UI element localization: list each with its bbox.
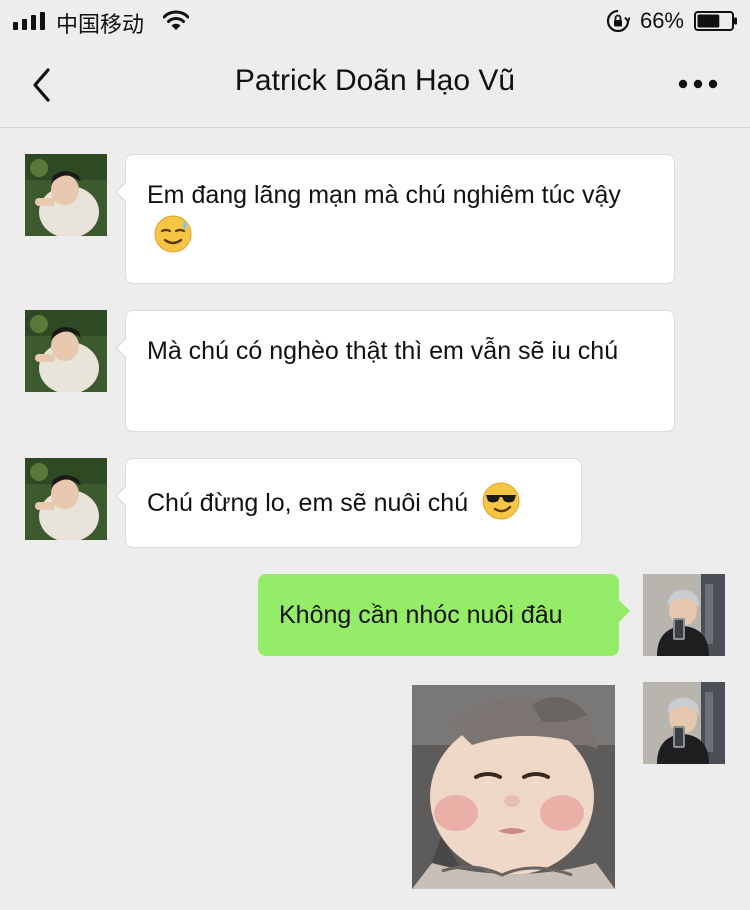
nav-bar: Patrick Doãn Hạo Vũ xyxy=(0,42,750,128)
message-text: Mà chú có nghèo thật thì em vẫn sẽ iu ch… xyxy=(147,337,619,365)
carrier-name: 中国移动 xyxy=(56,13,145,38)
message-bubble[interactable]: Mà chú có nghèo thật thì em vẫn sẽ iu ch… xyxy=(115,310,675,432)
contact-avatar[interactable] xyxy=(25,310,107,392)
chat-screen: 中国移动 66% Patrick Doãn Hạo Vũ Em đang lãn… xyxy=(0,0,750,910)
message-bubble[interactable]: Chú đừng lo, em sẽ nuôi chú xyxy=(115,458,582,548)
baby-face-sticker[interactable] xyxy=(412,685,615,889)
chat-title: Patrick Doãn Hạo Vũ xyxy=(234,64,516,97)
signal-icon xyxy=(13,12,45,30)
more-options-icon[interactable] xyxy=(678,78,718,90)
message-text: Em đang lãng mạn mà chú nghiêm túc vậy xyxy=(147,181,621,209)
rotation-lock-icon xyxy=(606,9,630,33)
contact-avatar[interactable] xyxy=(25,458,107,540)
status-bar: 中国移动 66% xyxy=(0,0,750,42)
status-right: 66% xyxy=(606,6,738,36)
self-avatar[interactable] xyxy=(643,574,725,656)
sweat-smile-face-icon xyxy=(154,215,192,253)
sunglasses-face-icon xyxy=(482,482,520,520)
battery-percent: 66% xyxy=(639,8,684,33)
self-avatar[interactable] xyxy=(643,682,725,764)
message-bubble[interactable]: Không cần nhóc nuôi đâu xyxy=(258,574,630,656)
message-text: Chú đừng lo, em sẽ nuôi chú xyxy=(147,489,469,517)
wifi-icon xyxy=(163,10,189,30)
back-chevron-icon[interactable] xyxy=(28,66,58,104)
contact-avatar[interactable] xyxy=(25,154,107,236)
message-bubble[interactable]: Em đang lãng mạn mà chú nghiêm túc vậy xyxy=(115,154,675,284)
battery-fill xyxy=(697,14,720,28)
battery-icon xyxy=(694,11,737,31)
message-text: Không cần nhóc nuôi đâu xyxy=(279,601,563,629)
